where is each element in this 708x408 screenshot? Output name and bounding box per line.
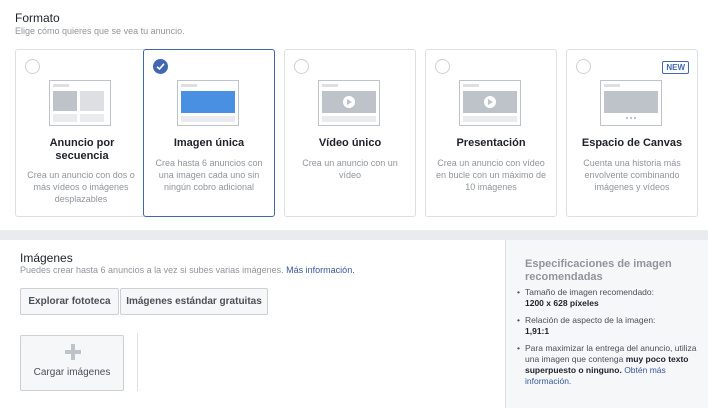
radio-canvas[interactable]: [576, 59, 591, 74]
new-badge: NEW: [662, 61, 689, 74]
divider: [137, 333, 138, 391]
format-card-slideshow[interactable]: Presentación Crea un anuncio con vídeo e…: [425, 49, 557, 217]
carousel-thumbnail-icon: [49, 80, 111, 126]
upload-images-label: Cargar imágenes: [33, 367, 111, 378]
card-title-slideshow: Presentación: [456, 137, 526, 149]
radio-video[interactable]: [294, 59, 309, 74]
browse-library-button[interactable]: Explorar fototeca: [20, 288, 119, 315]
card-desc-canvas: Cuenta una historia más envolvente combi…: [583, 158, 681, 192]
card-desc-carousel: Crea un anuncio con dos o más vídeos o i…: [27, 170, 135, 204]
images-subtitle: Puedes crear hasta 6 anuncios a la vez s…: [20, 265, 355, 275]
spec-size-label: Tamaño de imagen recomendado:: [525, 287, 654, 297]
card-desc-slideshow: Crea un anuncio con vídeo en bucle con u…: [435, 158, 547, 192]
radio-carousel[interactable]: [25, 59, 40, 74]
spec-size: Tamaño de imagen recomendado: 1200 x 628…: [516, 287, 706, 309]
card-title-carousel: Anuncio por secuencia: [49, 137, 115, 162]
format-card-video[interactable]: Vídeo único Crea un anuncio con un vídeo: [284, 49, 416, 217]
specs-title: Especificaciones de imagen recomendadas: [525, 258, 672, 283]
slideshow-thumbnail-icon: [459, 80, 521, 126]
more-info-link[interactable]: Más información.: [286, 265, 355, 275]
canvas-thumbnail-icon: [600, 80, 662, 126]
card-title-video: Vídeo único: [318, 137, 382, 149]
spec-size-value: 1200 x 628 píxeles: [525, 298, 599, 308]
plus-icon: [65, 344, 81, 360]
card-title-canvas: Espacio de Canvas: [581, 137, 683, 149]
free-stock-images-button[interactable]: Imágenes estándar gratuitas: [120, 288, 268, 315]
format-subtitle: Elige cómo quieres que se vea tu anuncio…: [15, 26, 185, 36]
spec-ratio-label: Relación de aspecto de la imagen:: [525, 315, 656, 325]
radio-single-image[interactable]: [153, 59, 168, 74]
upload-images-button[interactable]: Cargar imágenes: [20, 335, 124, 391]
images-subtitle-text: Puedes crear hasta 6 anuncios a la vez s…: [20, 265, 284, 275]
video-thumbnail-icon: [318, 80, 380, 126]
spec-ratio-value: 1,91:1: [525, 326, 550, 336]
spec-ratio: Relación de aspecto de la imagen: 1,91:1: [516, 315, 706, 337]
format-card-canvas[interactable]: NEW Espacio de Canvas Cuenta una histori…: [566, 49, 698, 217]
card-desc-video: Crea un anuncio con un vídeo: [302, 158, 398, 180]
image-specs-panel: Especificaciones de imagen recomendadas …: [505, 240, 708, 408]
card-desc-single-image: Crea hasta 6 anuncios con una imagen cad…: [155, 158, 263, 192]
radio-slideshow[interactable]: [435, 59, 450, 74]
format-title: Formato: [15, 11, 60, 25]
images-title: Imágenes: [20, 251, 73, 265]
checkmark-icon: [156, 63, 165, 71]
spec-tip: Para maximizar la entrega del anuncio, u…: [516, 343, 706, 387]
format-section: Formato Elige cómo quieres que se vea tu…: [0, 0, 708, 230]
format-card-single-image[interactable]: Imagen única Crea hasta 6 anuncios con u…: [143, 49, 275, 217]
specs-list: Tamaño de imagen recomendado: 1200 x 628…: [516, 287, 706, 393]
format-card-carousel[interactable]: Anuncio por secuencia Crea un anuncio co…: [15, 49, 147, 217]
images-section: Imágenes Puedes crear hasta 6 anuncios a…: [0, 240, 708, 408]
single-image-thumbnail-icon: [177, 80, 239, 126]
card-title-single-image: Imagen única: [173, 137, 245, 149]
